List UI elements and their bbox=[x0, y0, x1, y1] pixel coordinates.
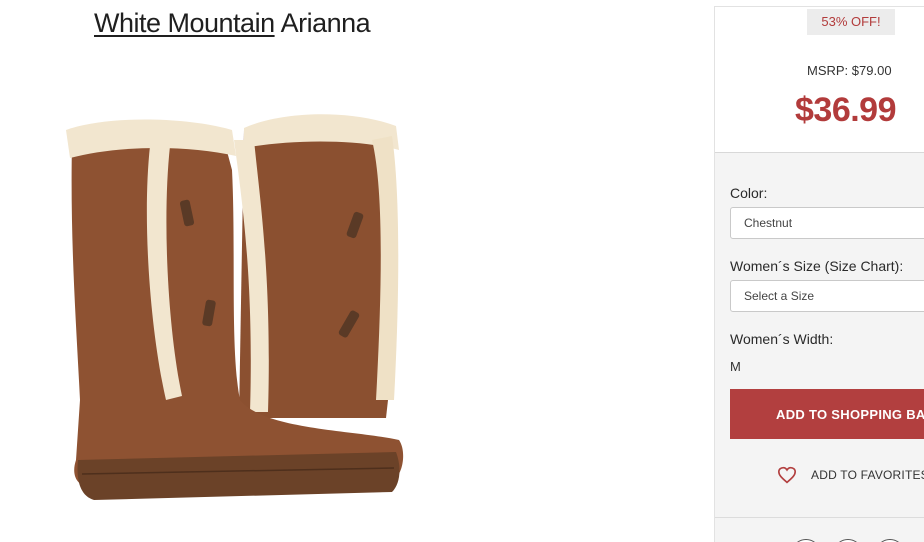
product-model-name: Arianna bbox=[280, 8, 371, 38]
color-select[interactable]: Chestnut bbox=[730, 207, 924, 239]
price-box: 53% OFF! MSRP: $79.00 $36.99 bbox=[715, 7, 924, 153]
add-to-bag-button[interactable]: ADD TO SHOPPING BAG bbox=[730, 389, 924, 439]
width-label: Women´s Width: bbox=[730, 331, 834, 347]
product-title: White Mountain Arianna bbox=[94, 8, 371, 39]
color-label: Color: bbox=[730, 185, 768, 201]
brand-link[interactable]: White Mountain bbox=[94, 8, 275, 38]
discount-badge: 53% OFF! bbox=[807, 9, 895, 35]
size-label[interactable]: Women´s Size (Size Chart): bbox=[730, 258, 903, 274]
product-page: White Mountain Arianna 53% OFF! MSRP: $79… bbox=[0, 0, 924, 542]
boot-back-illustration bbox=[234, 114, 399, 419]
msrp-price: MSRP: $79.00 bbox=[807, 63, 892, 78]
panel-divider bbox=[715, 517, 924, 518]
width-value: M bbox=[730, 359, 741, 374]
add-to-favorites-button[interactable]: ADD TO FAVORITES bbox=[777, 465, 924, 485]
size-select[interactable]: Select a Size bbox=[730, 280, 924, 312]
product-image[interactable] bbox=[54, 100, 414, 520]
sale-price: $36.99 bbox=[795, 91, 897, 129]
add-to-favorites-label: ADD TO FAVORITES bbox=[811, 468, 924, 482]
heart-outline-icon bbox=[777, 466, 797, 484]
product-options: Color: Chestnut Women´s Size (Size Chart… bbox=[715, 153, 924, 542]
purchase-panel: 53% OFF! MSRP: $79.00 $36.99 Color: Ches… bbox=[714, 6, 924, 542]
